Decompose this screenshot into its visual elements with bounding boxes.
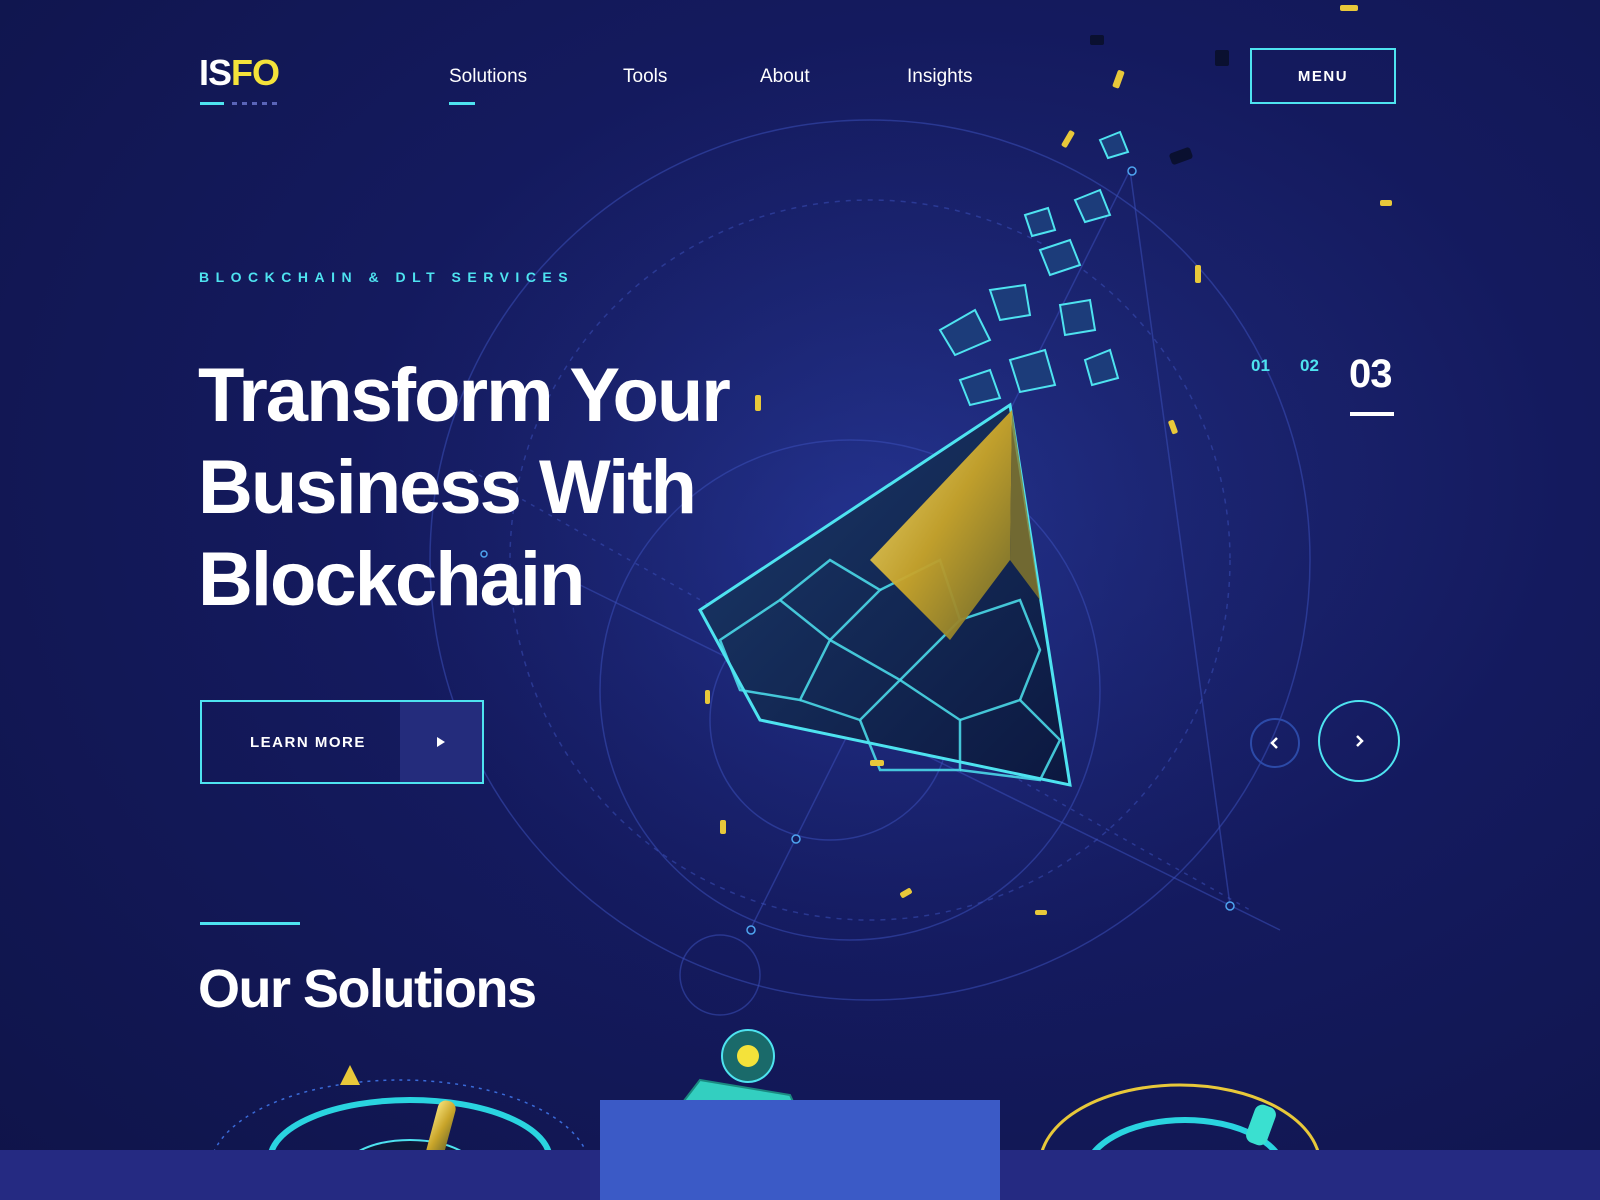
logo[interactable]: ISFO — [199, 52, 280, 94]
solutions-section-title: Our Solutions — [198, 959, 537, 1019]
hero-title-line-2: Business With — [198, 445, 697, 530]
slider-prev-button[interactable] — [1250, 718, 1300, 768]
play-arrow-icon — [437, 737, 445, 747]
learn-more-label: LEARN MORE — [250, 733, 366, 751]
logo-part-2: FO — [231, 52, 280, 93]
nav-item-solutions[interactable]: Solutions — [449, 66, 527, 88]
slide-number-01[interactable]: 01 — [1251, 356, 1270, 376]
chevron-right-icon — [1356, 735, 1364, 747]
nav-active-indicator — [449, 102, 475, 105]
nav-item-about[interactable]: About — [760, 66, 810, 88]
hero-title: Transform Your Business With Blockchain — [198, 350, 818, 626]
slide-number-03-active[interactable]: 03 — [1349, 352, 1392, 397]
hero-title-line-1: Transform Your — [198, 353, 731, 438]
section-accent-bar — [200, 922, 300, 925]
learn-more-arrow-box — [400, 702, 482, 782]
slide-number-02[interactable]: 02 — [1300, 356, 1319, 376]
nav-item-insights[interactable]: Insights — [907, 66, 972, 88]
slider-next-button[interactable] — [1318, 700, 1400, 782]
menu-button[interactable]: MENU — [1250, 48, 1396, 104]
chevron-left-icon — [1270, 737, 1278, 749]
hero-eyebrow: BLOCKCHAIN & DLT SERVICES — [199, 269, 575, 285]
solution-card-featured[interactable] — [600, 1100, 1000, 1200]
learn-more-button[interactable]: LEARN MORE — [200, 700, 484, 784]
hero-title-line-3: Blockchain — [198, 537, 585, 622]
logo-part-1: IS — [199, 52, 232, 93]
logo-underline — [200, 102, 277, 105]
nav-item-tools[interactable]: Tools — [623, 66, 667, 88]
slide-active-indicator — [1350, 412, 1394, 416]
